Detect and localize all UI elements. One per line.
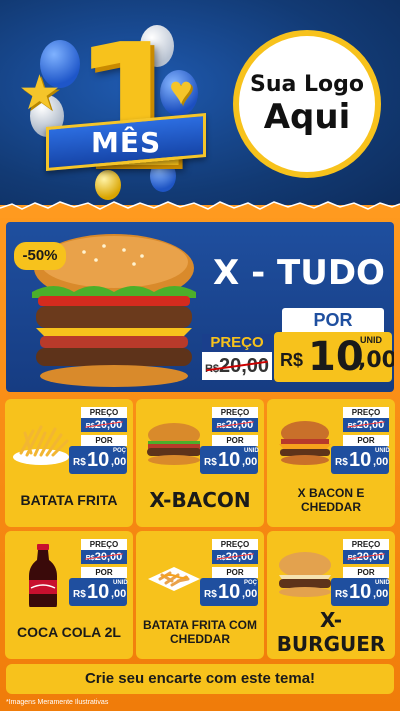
bacon-burger-icon xyxy=(147,423,201,465)
logo-text-line1: Sua Logo xyxy=(249,72,364,97)
price-unit: UNID xyxy=(244,448,259,454)
product-name: BATATA FRITA xyxy=(20,492,118,508)
new-price-box: R$ 10 UNID ,00 xyxy=(200,446,259,474)
por-label: POR xyxy=(282,308,384,332)
new-price-box: R$ 10 UNID ,00 xyxy=(69,578,128,606)
price-unit: UNID xyxy=(375,580,390,586)
price-integer: 10 xyxy=(218,449,241,471)
product-name: X-BACON xyxy=(149,488,251,512)
new-price-box: R$ 10 UNID ,00 xyxy=(331,578,390,606)
price-decimal: ,00 xyxy=(373,456,389,468)
old-price-value: R$20,00 xyxy=(343,418,389,432)
old-price-value: R$20,00 xyxy=(81,418,127,432)
product-name: BATATA FRITA COM CHEDDAR xyxy=(143,618,257,646)
product-card[interactable]: PREÇO R$20,00 POR R$ 10 UNID ,00 X-BURGU… xyxy=(267,531,395,659)
price-currency: R$ xyxy=(280,350,304,370)
flyer: 1 ★ ♥ MÊS Sua Logo Aqui -50% X - TUDO PR… xyxy=(0,0,400,711)
price-unit: UNID xyxy=(113,580,128,586)
por-label: POR xyxy=(343,435,389,446)
por-label: POR xyxy=(81,567,127,578)
discount-badge: -50% xyxy=(14,242,66,270)
old-price-value: R$20,00 xyxy=(343,550,389,564)
heart-balloon-icon: ♥ xyxy=(169,69,193,113)
price-unit: UNID xyxy=(375,448,390,454)
cheeseburger-icon xyxy=(279,552,331,597)
price-currency: R$ xyxy=(73,457,86,468)
price-decimal: ,00 xyxy=(358,348,394,373)
new-price-box: R$ 10 POÇ ,00 xyxy=(69,446,127,474)
old-price-value: R$20,00 xyxy=(202,352,272,380)
price-integer: 10 xyxy=(349,581,372,603)
month-banner-label: MÊS xyxy=(90,125,162,159)
price-currency: R$ xyxy=(204,457,217,468)
logo-placeholder: Sua Logo Aqui xyxy=(233,30,381,178)
logo-text-line2: Aqui xyxy=(263,97,351,137)
product-card[interactable]: PREÇO R$20,00 POR R$ 10 UNID ,00 COCA CO… xyxy=(5,531,133,659)
old-price-label: PREÇO xyxy=(81,539,127,550)
product-name: COCA COLA 2L xyxy=(17,624,121,640)
fries-icon xyxy=(13,425,69,465)
new-price-box: R$ 10 UNID ,00 xyxy=(331,446,390,474)
cheddar-burger-icon xyxy=(279,421,331,465)
cheddar-fries-icon xyxy=(148,567,200,591)
price-decimal: ,00 xyxy=(242,588,258,600)
product-name: X-BURGUER xyxy=(276,608,386,656)
old-price-label: PREÇO xyxy=(343,539,389,550)
cta-banner[interactable]: Crie seu encarte com este tema! xyxy=(6,664,394,694)
product-name: X BACON E CHEDDAR xyxy=(297,486,365,514)
torn-edge xyxy=(0,201,400,218)
soda-bottle-icon xyxy=(29,544,57,607)
price-integer: 10 xyxy=(308,334,364,380)
price-decimal: ,00 xyxy=(111,588,127,600)
price-currency: R$ xyxy=(335,457,348,468)
por-label: POR xyxy=(212,567,258,578)
old-price-value: R$20,00 xyxy=(212,550,258,564)
price-integer: 10 xyxy=(87,449,110,471)
product-card[interactable]: PREÇO R$20,00 POR R$ 10 POÇ ,00 BATATA F… xyxy=(5,399,133,527)
old-price-box: PREÇO R$20,00 xyxy=(202,334,272,380)
old-price-value: R$20,00 xyxy=(212,418,258,432)
por-label: POR xyxy=(81,435,127,446)
price-unit: UNID xyxy=(360,335,382,345)
product-card[interactable]: PREÇO R$20,00 POR R$ 10 UNID ,00 X-BACON xyxy=(136,399,264,527)
old-price-label: PREÇO xyxy=(81,407,127,418)
price-unit: POÇ xyxy=(113,448,127,454)
old-price-label: PREÇO xyxy=(212,407,258,418)
header: 1 ★ ♥ MÊS Sua Logo Aqui xyxy=(0,0,400,215)
product-card[interactable]: PREÇO R$20,00 POR R$ 10 POÇ ,00 BATATA F… xyxy=(136,531,264,659)
hero-card[interactable]: -50% X - TUDO PREÇO R$20,00 POR R$ 10 UN… xyxy=(6,222,394,392)
price-integer: 10 xyxy=(87,581,110,603)
price-unit: POÇ xyxy=(244,580,258,586)
star-icon: ★ xyxy=(18,67,62,120)
product-card[interactable]: PREÇO R$20,00 POR R$ 10 UNID ,00 X BACON… xyxy=(267,399,395,527)
price-integer: 10 xyxy=(218,581,241,603)
price-currency: R$ xyxy=(73,589,86,600)
old-price-label: PREÇO xyxy=(202,334,272,352)
price-decimal: ,00 xyxy=(111,456,127,468)
disclaimer-text: *Imagens Meramente Ilustrativas xyxy=(6,699,109,706)
new-price-box: R$ 10 POÇ ,00 xyxy=(200,578,258,606)
por-label: POR xyxy=(343,567,389,578)
por-label: POR xyxy=(212,435,258,446)
hero-product-name: X - TUDO xyxy=(213,253,385,293)
old-price-label: PREÇO xyxy=(212,539,258,550)
price-currency: R$ xyxy=(204,589,217,600)
price-decimal: ,00 xyxy=(242,456,258,468)
price-integer: 10 xyxy=(349,449,372,471)
old-price-value: R$20,00 xyxy=(81,550,127,564)
old-price-label: PREÇO xyxy=(343,407,389,418)
new-price-box: R$ 10 UNID ,00 xyxy=(274,332,394,382)
price-decimal: ,00 xyxy=(373,588,389,600)
price-currency: R$ xyxy=(335,589,348,600)
